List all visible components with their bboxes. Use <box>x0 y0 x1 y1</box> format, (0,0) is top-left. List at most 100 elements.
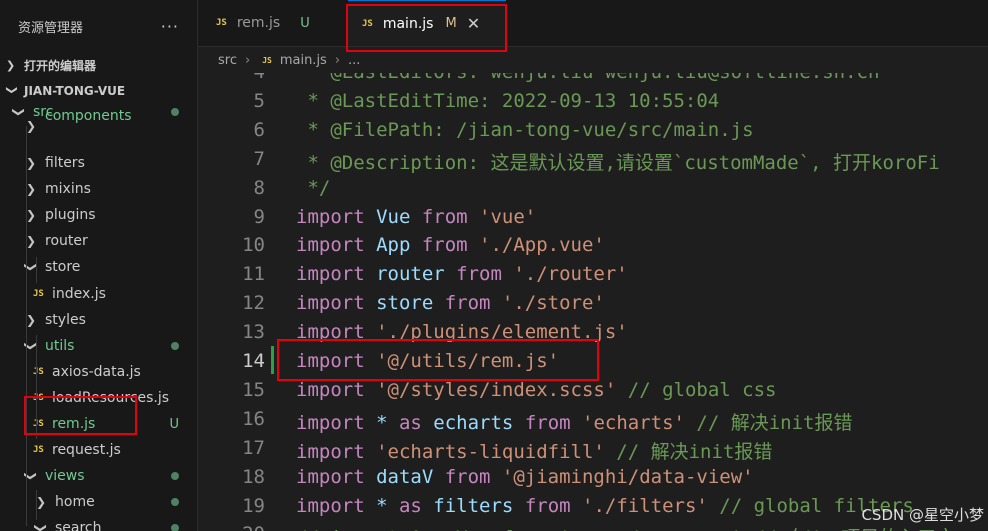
code-line: 12 import store from './store' <box>198 292 988 321</box>
code-token: 'echarts-liquidfill' <box>376 440 617 463</box>
tree-item-label: home <box>55 494 95 511</box>
code-line: 4 * @LastEditors: wenju.liu wenju.liu@so… <box>198 73 988 90</box>
tree-item[interactable]: ❯ utils <box>0 333 197 359</box>
tab-rem-js[interactable]: JS rem.js U <box>198 0 346 46</box>
line-number: 9 <box>253 205 265 228</box>
tree-item[interactable]: ❯ views <box>0 463 197 489</box>
git-status-dot <box>171 108 179 116</box>
line-number: 17 <box>242 436 265 459</box>
code-token: from <box>524 494 583 517</box>
chevron-right-icon: ❯ <box>26 182 37 197</box>
code-token: router <box>376 263 457 286</box>
code-token: * @LastEditTime: 2022-09-13 10:55:04 <box>296 89 720 112</box>
code-token: 'echarts' <box>582 411 697 434</box>
code-text: * @Description: 这是默认设置,请设置`customMade`, … <box>296 148 939 175</box>
code-token: import <box>296 205 377 228</box>
line-number: 16 <box>242 407 265 430</box>
code-token: * @LastEditors: wenju.liu wenju.liu@soft… <box>296 73 879 83</box>
line-number: 10 <box>242 234 265 257</box>
code-text: import router from './router' <box>296 263 628 285</box>
tree-item[interactable]: ❯ filters <box>0 150 197 176</box>
highlight-box-rem-file <box>24 396 137 435</box>
explorer-sidebar: 资源管理器 ··· ❯ 打开的编辑器 ❯ JIAN-TONG-VUE ❯ src ❯… <box>0 0 198 531</box>
breadcrumb-folder[interactable]: src <box>218 53 237 68</box>
tree-item[interactable]: JS request.js <box>0 437 197 463</box>
git-status-dot <box>171 498 179 507</box>
breadcrumb: src › JS main.js › ... <box>198 47 988 73</box>
code-token: './store' <box>501 292 605 315</box>
code-token: from <box>524 411 583 434</box>
open-editors-section[interactable]: ❯ 打开的编辑器 <box>0 52 197 78</box>
code-token: import <box>296 378 377 401</box>
code-token: echarts <box>433 411 525 434</box>
tree-item[interactable]: ❯ search <box>0 515 197 531</box>
tree-item-label: router <box>45 233 88 250</box>
tree-item[interactable]: ❯ router <box>0 228 197 254</box>
indent-guide <box>36 490 37 520</box>
tree-item[interactable]: ❯ styles <box>0 307 197 333</box>
tree-item-label: filters <box>45 155 85 171</box>
code-line: 5 * @LastEditTime: 2022-09-13 10:55:04 <box>198 90 988 119</box>
line-number: 20 <box>198 523 265 531</box>
tree-item-label: request.js <box>52 442 121 459</box>
code-text: * @FilePath: /jian-tong-vue/src/main.js <box>296 119 753 141</box>
code-token: // 解决init报错 <box>696 411 853 434</box>
code-line: 10 import App from './App.vue' <box>198 234 988 263</box>
code-token: from <box>421 234 480 257</box>
git-status-dot <box>171 472 179 481</box>
line-number: 13 <box>242 321 265 344</box>
code-token: './filters' <box>582 494 720 517</box>
code-text: import dataV from '@jiaminghi/data-view' <box>296 466 754 488</box>
js-file-icon: JS <box>33 288 44 299</box>
code-text: */ <box>296 177 330 199</box>
code-text: import * as echarts from 'echarts' // 解决… <box>296 408 852 435</box>
code-token: '@jiaminghi/data-view' <box>501 465 754 488</box>
explorer-header: 资源管理器 ··· <box>0 0 197 52</box>
code-token: // import AvueVue from '@avue/avue.vue' … <box>296 527 955 531</box>
editor-tabs: JS rem.js U JS main.js M ✕ <box>198 0 988 47</box>
tree-item[interactable]: ❯ mixins <box>0 176 197 202</box>
code-token: App <box>376 234 422 257</box>
tree-item[interactable]: JS index.js <box>0 281 197 307</box>
code-token: as <box>398 411 434 434</box>
tree-item-label: views <box>45 468 85 485</box>
line-number: 4 <box>198 73 265 83</box>
explorer-title: 资源管理器 <box>18 20 84 36</box>
tree-item[interactable]: ❯ plugins <box>0 202 197 228</box>
code-text: * @LastEditors: wenju.liu wenju.liu@soft… <box>296 73 879 83</box>
code-text: import 'echarts-liquidfill' // 解决init报错 <box>296 437 772 464</box>
more-actions-icon[interactable]: ··· <box>161 17 179 36</box>
tree-item[interactable]: JS axios-data.js <box>0 359 197 385</box>
js-file-icon: JS <box>262 55 272 65</box>
code-editor[interactable]: 4 * @LastEditors: wenju.liu wenju.liu@so… <box>198 73 988 531</box>
tab-status-badge: U <box>300 15 310 31</box>
code-token: filters <box>433 494 525 517</box>
line-number: 14 <box>242 350 265 372</box>
code-line: 15 import '@/styles/index.scss' // global… <box>198 379 988 408</box>
code-token: * <box>376 411 399 434</box>
chevron-right-icon: ❯ <box>26 208 37 223</box>
code-line: 18 import dataV from '@jiaminghi/data-vie… <box>198 466 988 495</box>
code-token: import <box>296 465 377 488</box>
code-token: * <box>376 494 399 517</box>
breadcrumb-tail[interactable]: ... <box>348 53 360 68</box>
js-file-icon: JS <box>216 18 227 28</box>
tree-item-label: components <box>45 108 132 124</box>
code-token: from <box>456 263 514 286</box>
breadcrumb-file[interactable]: main.js <box>280 53 327 68</box>
tree-item-label: mixins <box>45 181 91 198</box>
chevron-right-icon: ❯ <box>26 156 37 170</box>
line-number: 15 <box>242 378 265 401</box>
code-text: import '@/styles/index.scss' // global c… <box>296 379 776 401</box>
tree-item[interactable]: ❯ components <box>0 108 197 133</box>
indent-guide <box>36 257 37 283</box>
code-token: as <box>398 494 434 517</box>
tree-item[interactable]: ❯ home <box>0 489 197 515</box>
code-token: 'vue' <box>479 205 537 228</box>
file-tree: ❯ src ❯ components ❯ filters ❯ mixins ❯ plugins ❯ r… <box>0 100 197 531</box>
code-text: import App from './App.vue' <box>296 234 605 256</box>
code-token: // global css <box>627 378 777 401</box>
tree-item[interactable]: ❯ store <box>0 254 197 280</box>
line-number: 7 <box>253 147 265 170</box>
line-number: 5 <box>253 89 265 112</box>
